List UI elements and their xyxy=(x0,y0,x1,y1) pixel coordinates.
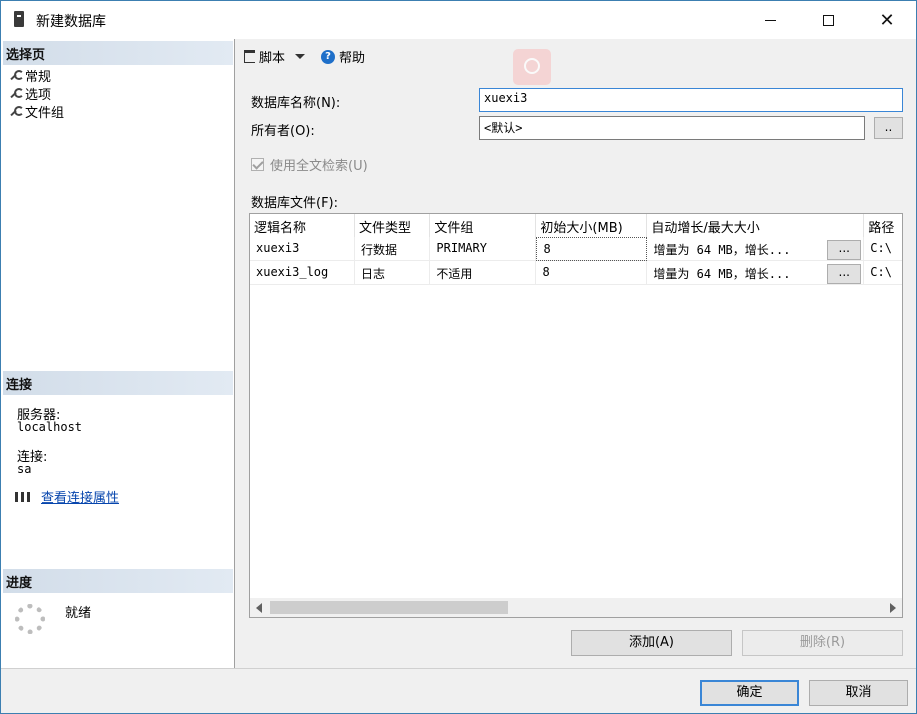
autogrowth-cell: 增量为 64 MB，增长... ... xyxy=(647,261,865,285)
initial-size-cell[interactable]: 8 xyxy=(536,237,648,261)
maximize-button[interactable] xyxy=(799,1,857,39)
column-header[interactable]: 初始大小(MB) xyxy=(536,214,648,237)
horizontal-scrollbar[interactable] xyxy=(250,598,902,617)
owner-label: 所有者(O): xyxy=(251,124,315,139)
filegroup-cell[interactable]: PRIMARY xyxy=(430,237,537,261)
connection-value: sa xyxy=(17,462,32,476)
minimize-button[interactable] xyxy=(741,1,799,39)
progress-status: 就绪 xyxy=(65,606,92,621)
column-header[interactable]: 逻辑名称 xyxy=(250,214,356,237)
close-button[interactable]: ✕ xyxy=(858,1,916,39)
table-row[interactable]: xuexi3_log 日志 不适用 8 增量为 64 MB，增长... ... … xyxy=(250,261,902,285)
database-icon xyxy=(14,11,24,27)
toolbar: 脚本 ? 帮助 xyxy=(236,39,916,85)
left-panel: 选择页 常规 选项 文件组 连接 服务器: localhost 连接: sa 查… xyxy=(1,39,235,668)
remove-button[interactable]: 删除(R) xyxy=(742,630,903,656)
column-header[interactable]: 路径 xyxy=(864,214,902,237)
scroll-right-icon[interactable] xyxy=(890,603,896,613)
autogrowth-browse-button[interactable]: ... xyxy=(827,239,862,260)
fulltext-checkbox xyxy=(251,158,264,171)
script-button[interactable]: 脚本 xyxy=(244,47,306,66)
wrench-icon xyxy=(9,105,24,118)
view-connection-properties[interactable]: 查看连接属性 xyxy=(13,487,119,506)
progress-header: 进度 xyxy=(3,569,233,593)
scroll-left-icon[interactable] xyxy=(256,603,262,613)
minimize-icon xyxy=(764,19,776,21)
owner-input[interactable]: <默认> xyxy=(479,116,865,140)
maximize-icon xyxy=(822,14,834,26)
page-item-label: 选项 xyxy=(25,88,52,103)
path-cell[interactable]: C:\ xyxy=(864,237,902,261)
script-label: 脚本 xyxy=(259,51,286,66)
db-files-grid[interactable]: 逻辑名称 文件类型 文件组 初始大小(MB) 自动增长/最大大小 路径 xuex… xyxy=(249,213,903,618)
fulltext-label: 使用全文检索(U) xyxy=(270,159,368,174)
column-header[interactable]: 文件组 xyxy=(430,214,537,237)
help-icon: ? xyxy=(321,49,335,64)
close-icon: ✕ xyxy=(879,9,895,31)
cancel-button[interactable]: 取消 xyxy=(809,680,908,706)
page-item-filegroups[interactable]: 文件组 xyxy=(9,102,64,121)
page-item-general[interactable]: 常规 xyxy=(9,66,51,85)
wrench-icon xyxy=(9,69,24,82)
autogrowth-value: 增量为 64 MB，增长... xyxy=(653,266,791,281)
owner-browse-button[interactable]: .. xyxy=(874,117,903,139)
file-type-cell[interactable]: 行数据 xyxy=(355,237,431,261)
add-button[interactable]: 添加(A) xyxy=(571,630,732,656)
help-button[interactable]: ? 帮助 xyxy=(321,47,365,66)
search-watermark-icon xyxy=(513,49,551,85)
autogrowth-value: 增量为 64 MB，增长... xyxy=(653,242,791,257)
fulltext-option: 使用全文检索(U) xyxy=(251,155,368,174)
connection-header: 连接 xyxy=(3,371,233,395)
table-row[interactable]: xuexi3 行数据 PRIMARY 8 增量为 64 MB，增长... ...… xyxy=(250,237,902,261)
title-bar: 新建数据库 ✕ xyxy=(1,1,916,39)
file-type-cell[interactable]: 日志 xyxy=(355,261,431,285)
view-connection-properties-link[interactable]: 查看连接属性 xyxy=(41,487,119,506)
autogrowth-browse-button[interactable]: ... xyxy=(827,263,862,284)
column-header[interactable]: 文件类型 xyxy=(355,214,431,237)
logical-name-cell[interactable]: xuexi3_log xyxy=(250,261,356,285)
wrench-icon xyxy=(9,87,24,100)
page-item-options[interactable]: 选项 xyxy=(9,84,51,103)
filegroup-cell[interactable]: 不适用 xyxy=(430,261,537,285)
db-name-label: 数据库名称(N): xyxy=(251,96,341,111)
dialog-button-bar: 确定 取消 xyxy=(1,668,916,713)
right-panel: 脚本 ? 帮助 数据库名称(N): xuexi3 所有者(O): <默认> ..… xyxy=(236,39,916,668)
chevron-down-icon[interactable] xyxy=(295,54,306,59)
autogrowth-cell: 增量为 64 MB，增长... ... xyxy=(647,237,865,261)
db-files-label: 数据库文件(F): xyxy=(251,196,339,211)
select-page-header: 选择页 xyxy=(3,41,233,65)
page-item-label: 常规 xyxy=(25,70,52,85)
progress-spinner-icon xyxy=(15,604,45,634)
page-item-label: 文件组 xyxy=(25,106,65,121)
scrollbar-thumb[interactable] xyxy=(270,601,508,614)
db-name-input[interactable]: xuexi3 xyxy=(479,88,903,112)
connection-properties-icon xyxy=(13,490,33,504)
help-label: 帮助 xyxy=(339,51,366,66)
path-cell[interactable]: C:\ xyxy=(864,261,902,285)
column-header[interactable]: 自动增长/最大大小 xyxy=(647,214,865,237)
window-title: 新建数据库 xyxy=(36,14,106,30)
script-icon xyxy=(244,50,255,63)
logical-name-cell[interactable]: xuexi3 xyxy=(250,237,356,261)
server-value: localhost xyxy=(17,420,83,434)
initial-size-cell[interactable]: 8 xyxy=(536,261,648,285)
ok-button[interactable]: 确定 xyxy=(700,680,799,706)
grid-header: 逻辑名称 文件类型 文件组 初始大小(MB) 自动增长/最大大小 路径 xyxy=(250,214,902,237)
new-database-dialog: 新建数据库 ✕ 选择页 常规 选项 文件组 连接 服务器: localhost … xyxy=(0,0,917,714)
